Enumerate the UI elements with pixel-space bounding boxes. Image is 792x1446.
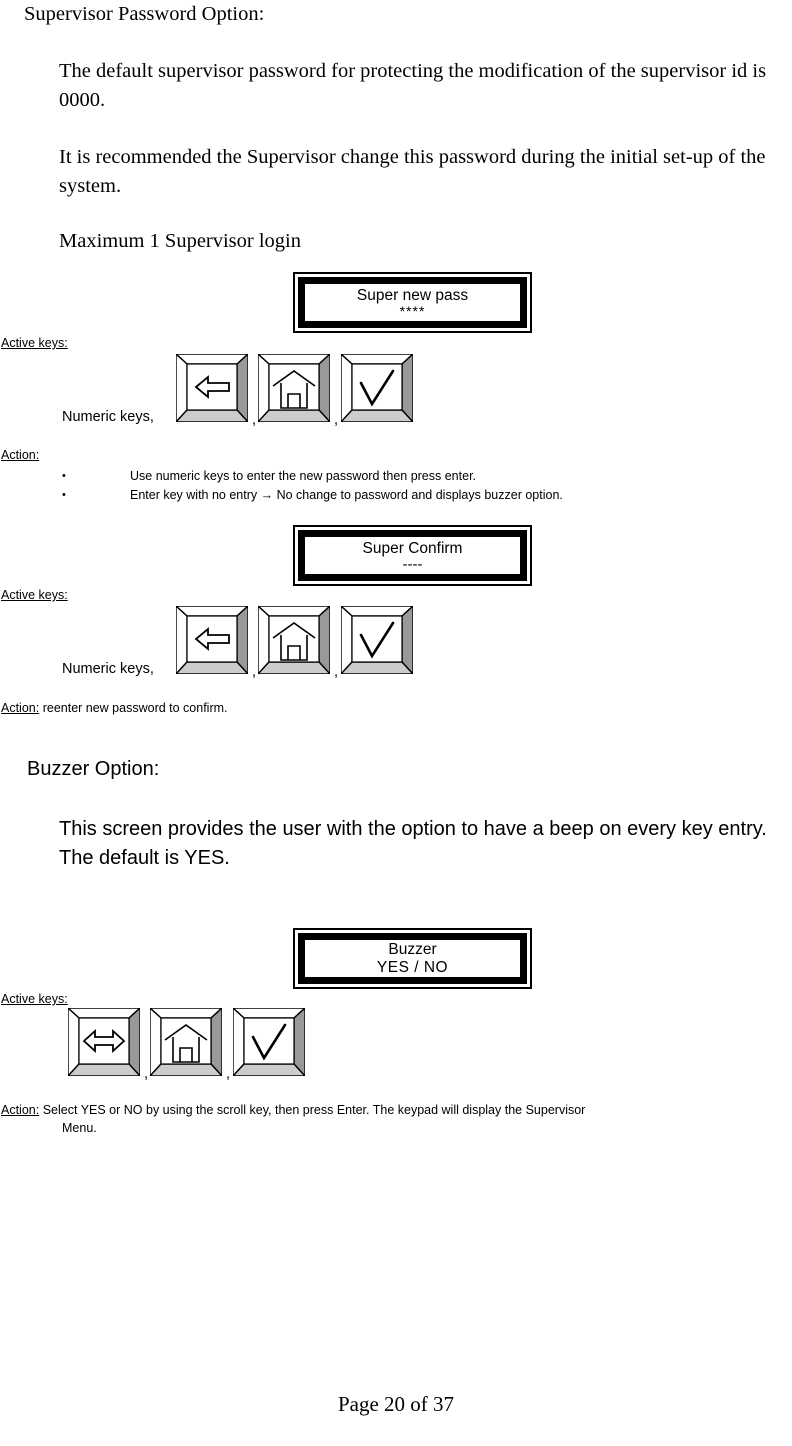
action-text-3-line1: Select YES or NO by using the scroll key… bbox=[42, 1103, 586, 1117]
action-text-2: reenter new password to confirm. bbox=[42, 701, 228, 715]
action-bullet-list-1: Use numeric keys to enter the new passwo… bbox=[62, 467, 563, 505]
lcd-line-1: Super Confirm bbox=[362, 539, 463, 557]
buzzer-section-title: Buzzer Option: bbox=[27, 758, 160, 780]
list-item: Enter key with no entry → No change to p… bbox=[62, 486, 563, 505]
key-separator-2b: , bbox=[334, 664, 339, 680]
checkmark-icon bbox=[341, 606, 413, 674]
lcd-screen-super-new-pass: Super new pass **** bbox=[293, 272, 532, 333]
action-line-3: Action: Select YES or NO by using the sc… bbox=[1, 1102, 791, 1118]
document-page: Supervisor Password Option: The default … bbox=[0, 0, 792, 1446]
home-key-3[interactable] bbox=[150, 1008, 222, 1076]
numeric-keys-label-1: Numeric keys, bbox=[62, 409, 154, 425]
lcd-inner-frame: Super new pass **** bbox=[298, 277, 527, 328]
lcd-line-1: Buzzer bbox=[388, 941, 437, 958]
scroll-key-3[interactable] bbox=[68, 1008, 140, 1076]
lcd-screen-super-confirm: Super Confirm ---- bbox=[293, 525, 532, 586]
key-separator-1a: , bbox=[252, 412, 257, 428]
lcd-inner-frame: Buzzer YES / NO bbox=[298, 933, 527, 984]
buzzer-paragraph: This screen provides the user with the o… bbox=[59, 818, 767, 869]
action-label-2: Action: bbox=[1, 701, 40, 715]
key-separator-3a: , bbox=[144, 1066, 149, 1082]
enter-key-2[interactable] bbox=[341, 606, 413, 674]
page-title: Supervisor Password Option: bbox=[24, 3, 265, 25]
key-separator-1b: , bbox=[334, 412, 339, 428]
house-icon bbox=[150, 1008, 222, 1076]
checkmark-icon bbox=[341, 354, 413, 422]
key-separator-3b: , bbox=[226, 1066, 231, 1082]
lcd-line-2: YES / NO bbox=[376, 959, 449, 976]
checkmark-icon bbox=[233, 1008, 305, 1076]
action-text-3-line2: Menu. bbox=[62, 1121, 97, 1135]
left-arrow-icon bbox=[176, 606, 248, 674]
bullet-text: Use numeric keys to enter the new passwo… bbox=[130, 469, 477, 483]
action-label-1: Action: bbox=[1, 448, 40, 462]
supervisor-paragraph-1: The default supervisor password for prot… bbox=[59, 60, 767, 111]
back-arrow-key-2[interactable] bbox=[176, 606, 248, 674]
action-label-3: Action: bbox=[1, 1103, 40, 1117]
list-item: Use numeric keys to enter the new passwo… bbox=[62, 467, 563, 486]
left-arrow-icon bbox=[176, 354, 248, 422]
home-key-2[interactable] bbox=[258, 606, 330, 674]
active-keys-label-3: Active keys: bbox=[1, 992, 68, 1006]
lcd-line-2: **** bbox=[399, 303, 426, 319]
enter-key-1[interactable] bbox=[341, 354, 413, 422]
supervisor-paragraph-3: Maximum 1 Supervisor login bbox=[59, 230, 302, 252]
active-keys-label-2: Active keys: bbox=[1, 588, 68, 602]
key-separator-2a: , bbox=[252, 664, 257, 680]
lcd-screen-buzzer: Buzzer YES / NO bbox=[293, 928, 532, 989]
house-icon bbox=[258, 606, 330, 674]
lcd-inner-frame: Super Confirm ---- bbox=[298, 530, 527, 581]
action-line-2: Action: reenter new password to confirm. bbox=[1, 700, 701, 716]
numeric-keys-label-2: Numeric keys, bbox=[62, 661, 154, 677]
lcd-line-2: ---- bbox=[402, 555, 423, 573]
house-icon bbox=[258, 354, 330, 422]
double-arrow-icon bbox=[68, 1008, 140, 1076]
page-number-footer: Page 20 of 37 bbox=[337, 1392, 455, 1416]
supervisor-paragraph-2: It is recommended the Supervisor change … bbox=[59, 146, 766, 197]
bullet-text: Enter key with no entry → No change to p… bbox=[130, 488, 563, 502]
enter-key-3[interactable] bbox=[233, 1008, 305, 1076]
active-keys-label-1: Active keys: bbox=[1, 336, 68, 350]
back-arrow-key-1[interactable] bbox=[176, 354, 248, 422]
home-key-1[interactable] bbox=[258, 354, 330, 422]
